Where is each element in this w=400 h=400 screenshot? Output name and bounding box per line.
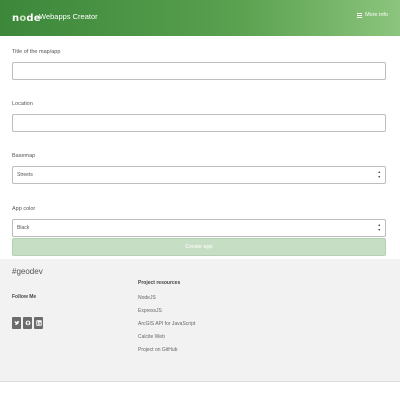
app-color-label: App color [12, 206, 36, 212]
bottom-divider [0, 381, 400, 382]
basemap-select[interactable]: Streets ▲ ▼ [12, 166, 386, 184]
hamburger-icon [357, 12, 363, 18]
basemap-selected: Streets [17, 172, 33, 178]
basemap-label: Basemap [12, 153, 36, 159]
logo-text: node [12, 12, 41, 24]
app-color-selected: Black [17, 225, 30, 231]
select-arrows-icon: ▲ ▼ [377, 170, 381, 179]
linkedin-icon[interactable] [34, 317, 43, 329]
twitter-icon[interactable] [12, 317, 21, 329]
app-color-select[interactable]: Black ▲ ▼ [12, 219, 386, 237]
resources-title: Project resources [138, 280, 181, 286]
create-app-button[interactable]: Create app [12, 238, 386, 256]
footer-brand: #geodev [12, 267, 43, 276]
title-field-label: Title of the map/app [12, 49, 61, 55]
social-links [12, 317, 43, 329]
app-form: Title of the map/app Location Basemap St… [12, 48, 386, 237]
app-title: Webapps Creator [39, 12, 98, 21]
follow-me-label: Follow Me [12, 294, 37, 300]
more-info-label: More info [365, 12, 388, 18]
resources-list: NodeJS ExpressJS ArcGIS API for JavaScri… [138, 296, 195, 361]
select-arrows-icon: ▲ ▼ [377, 223, 381, 232]
location-input[interactable] [12, 114, 386, 132]
location-field-label: Location [12, 101, 33, 107]
page-footer: #geodev Follow Me Project resources Node… [0, 259, 400, 381]
github-icon[interactable] [23, 317, 32, 329]
more-info-button[interactable]: More info [357, 12, 388, 18]
title-input[interactable] [12, 62, 386, 80]
app-header: node Webapps Creator More info [0, 0, 400, 36]
resource-link-github[interactable]: Project on GitHub [138, 348, 195, 361]
nodejs-logo: node [12, 11, 41, 25]
